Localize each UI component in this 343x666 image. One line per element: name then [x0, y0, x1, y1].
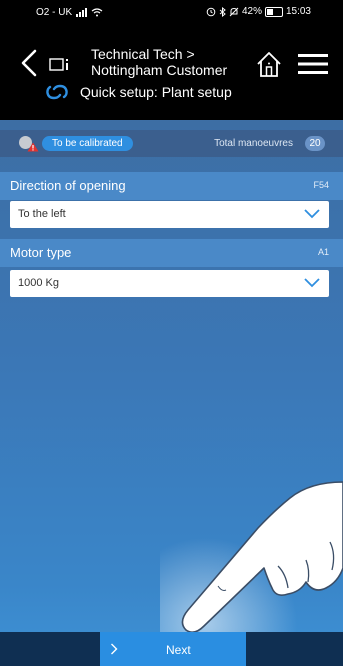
- motor-value: 1000 Kg: [18, 277, 59, 289]
- motor-code: A1: [317, 247, 329, 257]
- breadcrumb-installer: Technical Tech >: [91, 46, 195, 62]
- back-button[interactable]: [18, 48, 40, 78]
- menu-button[interactable]: [297, 53, 329, 75]
- calibration-bar: To be calibrated Total manoeuvres 20: [0, 130, 343, 157]
- clock: 15:03: [285, 6, 311, 17]
- app-screen: O2 - UK 42% 15:03 Technical Tech > Notti…: [0, 0, 343, 666]
- battery-icon: [264, 6, 283, 17]
- motor-label: Motor type: [10, 245, 72, 260]
- next-button[interactable]: Next: [100, 632, 246, 666]
- direction-code: F54: [313, 180, 329, 190]
- tap-hint-hand-illustration: [160, 470, 343, 640]
- motor-select[interactable]: 1000 Kg: [10, 270, 329, 297]
- total-manoeuvres-label: Total manoeuvres: [214, 138, 293, 149]
- main-panel: To be calibrated Total manoeuvres 20 Dir…: [0, 120, 343, 666]
- device-icon: [49, 58, 68, 71]
- chevron-down-icon: [304, 278, 320, 288]
- carrier-label: O2 - UK: [36, 7, 73, 18]
- direction-section-header: Direction of opening F54: [0, 172, 343, 200]
- app-header: Technical Tech > Nottingham Customer Qui…: [0, 26, 343, 120]
- status-left: O2 - UK: [36, 7, 103, 18]
- battery-percent: 42%: [241, 6, 262, 17]
- status-right: 42% 15:03: [206, 6, 311, 17]
- motor-section-header: Motor type A1: [0, 239, 343, 267]
- alarm-icon: [206, 7, 216, 16]
- breadcrumb: Technical Tech > Nottingham Customer: [91, 46, 227, 78]
- mute-icon: [229, 7, 239, 16]
- setup-title: Quick setup: Plant setup: [80, 84, 232, 100]
- next-label: Next: [166, 643, 191, 657]
- home-button[interactable]: [254, 49, 284, 79]
- calibration-status-badge[interactable]: To be calibrated: [42, 136, 133, 151]
- chevron-down-icon: [304, 209, 320, 219]
- chevron-right-icon: [111, 643, 118, 655]
- status-bar: O2 - UK 42% 15:03: [0, 0, 343, 26]
- wifi-icon: [91, 8, 103, 17]
- signal-icon: [76, 8, 88, 17]
- breadcrumb-customer: Nottingham Customer: [91, 62, 228, 78]
- total-manoeuvres-count: 20: [305, 136, 325, 151]
- direction-label: Direction of opening: [10, 178, 126, 193]
- direction-select[interactable]: To the left: [10, 201, 329, 228]
- bluetooth-icon: [219, 6, 226, 17]
- setup-row: Quick setup: Plant setup: [46, 84, 232, 100]
- direction-value: To the left: [18, 208, 66, 220]
- warning-icon: [27, 142, 39, 152]
- sync-icon: [46, 84, 68, 100]
